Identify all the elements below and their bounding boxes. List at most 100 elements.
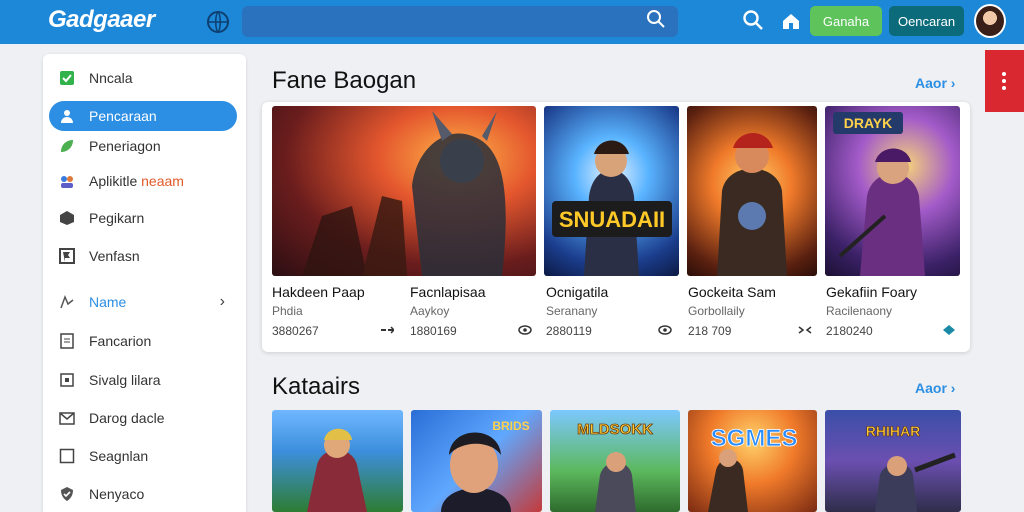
card-title[interactable]: Hakdeen Paap bbox=[272, 284, 365, 300]
sidebar-item-label-extra: neaam bbox=[141, 173, 184, 189]
sidebar-item-label: Venfasn bbox=[89, 248, 140, 264]
game-thumbnail[interactable]: SGMES bbox=[688, 410, 817, 512]
sidebar-item-privacy[interactable]: Nenyaco bbox=[49, 479, 237, 509]
fighter-art bbox=[717, 133, 787, 276]
diamond-icon[interactable] bbox=[942, 324, 956, 336]
sidebar-item-label: Aplikitle bbox=[89, 173, 138, 189]
knight-art bbox=[307, 428, 367, 512]
search-input[interactable] bbox=[252, 11, 632, 32]
more-vertical-icon bbox=[1002, 72, 1006, 90]
card-title[interactable]: Facnlapisaa bbox=[410, 284, 486, 300]
card-title[interactable]: Gekafiin Foary bbox=[826, 284, 917, 300]
card-count: 2880119 bbox=[546, 324, 592, 338]
sidebar-item-label: Name bbox=[89, 294, 127, 310]
search-icon[interactable] bbox=[742, 9, 764, 31]
sidebar-item-name[interactable]: Name › bbox=[49, 287, 237, 317]
chevron-right-icon: › bbox=[950, 75, 956, 91]
home-icon[interactable] bbox=[780, 10, 802, 32]
hero-face-art: BRIDS bbox=[441, 419, 530, 512]
eye-icon[interactable] bbox=[658, 324, 672, 336]
people-icon bbox=[61, 176, 73, 188]
card-subtitle: Seranany bbox=[546, 304, 598, 318]
hero-art: SNUADAII bbox=[552, 140, 672, 276]
card-count: 3880267 bbox=[272, 324, 319, 338]
sidebar-item-mail[interactable]: Darog dacle bbox=[49, 403, 237, 433]
square-icon bbox=[60, 373, 74, 387]
arrows-icon[interactable] bbox=[798, 324, 812, 336]
see-more-label: Aaor bbox=[915, 380, 947, 396]
card-count: 1880169 bbox=[410, 324, 457, 338]
secondary-button[interactable]: Oencaran bbox=[889, 6, 964, 36]
sidebar-item-settings[interactable]: Seagnlan bbox=[49, 441, 237, 471]
top-bar: Gadgaaer Ganaha Oencaran bbox=[0, 0, 1024, 44]
box-icon bbox=[59, 448, 75, 464]
game-thumbnail[interactable]: MLDSOKK bbox=[550, 410, 680, 512]
sidebar-item-label: Darog dacle bbox=[89, 410, 165, 426]
eye-icon[interactable] bbox=[518, 324, 532, 336]
sidebar-item-label: Sivalg lilara bbox=[89, 372, 161, 388]
thumb-text: BRIDS bbox=[492, 419, 529, 433]
search-icon[interactable] bbox=[646, 9, 666, 29]
more-options-tab[interactable] bbox=[985, 50, 1024, 112]
see-more-link[interactable]: Aaor › bbox=[915, 75, 955, 91]
sidebar-item-label: Fancarion bbox=[89, 333, 152, 349]
chart-icon bbox=[60, 294, 74, 309]
sidebar-item-label: Nenyaco bbox=[89, 486, 145, 502]
sidebar-item-sivalg[interactable]: Sivalg lilara bbox=[49, 365, 237, 395]
sidebar-item-search[interactable]: Pencaraan bbox=[49, 101, 237, 131]
globe-icon[interactable] bbox=[206, 10, 230, 34]
sidebar-item-label: Seagnlan bbox=[89, 448, 149, 464]
logo[interactable]: Gadgaaer bbox=[48, 6, 155, 34]
game-thumbnail[interactable]: BRIDS bbox=[411, 410, 542, 512]
banner-text: SNUADAII bbox=[559, 207, 665, 232]
sidebar-item-recommend[interactable]: Peneriagon bbox=[49, 131, 237, 161]
badge-text: DRAYK bbox=[844, 115, 893, 131]
card-subtitle: Racilenaony bbox=[826, 304, 893, 318]
sidebar-item-function[interactable]: Fancarion bbox=[49, 326, 237, 356]
primary-button[interactable]: Ganaha bbox=[810, 6, 882, 36]
cube-icon bbox=[60, 211, 74, 225]
adventure-art: MLDSOKK bbox=[577, 421, 653, 512]
game-thumbnail[interactable] bbox=[272, 106, 536, 276]
thumb-text: MLDSOKK bbox=[577, 421, 653, 438]
sidebar-item-categories[interactable]: Pegikarn bbox=[49, 203, 237, 233]
card-count: 218 709 bbox=[688, 324, 732, 338]
game-thumbnail[interactable] bbox=[687, 106, 817, 276]
battle-art: RHIHAR bbox=[865, 423, 956, 512]
chevron-right-icon[interactable]: › bbox=[220, 293, 225, 311]
card-title[interactable]: Ocnigatila bbox=[546, 284, 608, 300]
see-more-label: Aaor bbox=[915, 75, 947, 91]
section-title: Fane Baogan bbox=[272, 67, 417, 94]
see-more-link[interactable]: Aaor › bbox=[915, 380, 955, 396]
section-title: Kataairs bbox=[272, 373, 361, 400]
user-icon bbox=[61, 110, 73, 123]
sidebar-item-label: Nncala bbox=[89, 70, 133, 86]
sidebar-item-home[interactable]: Nncala bbox=[49, 63, 237, 93]
featured-panel: Hakdeen Paap Phdia 3880267 Facnlapisaa A… bbox=[262, 102, 970, 352]
mage-art: DRAYK bbox=[833, 112, 925, 276]
sidebar: Nncala Pencaraan Peneriagon Aplikitle ne… bbox=[43, 54, 246, 512]
games-art: SGMES bbox=[708, 425, 798, 512]
card-subtitle: Phdia bbox=[272, 304, 303, 318]
arrows-icon[interactable] bbox=[380, 324, 394, 336]
card-subtitle: Gorbollaily bbox=[688, 304, 745, 318]
leaf-icon bbox=[61, 140, 73, 152]
mail-icon bbox=[59, 412, 75, 425]
game-thumbnail[interactable]: RHIHAR bbox=[825, 410, 961, 512]
sidebar-item-label: Peneriagon bbox=[89, 138, 161, 154]
sidebar-item-label: Pencaraan bbox=[89, 108, 157, 124]
game-thumbnail[interactable]: SNUADAII bbox=[544, 106, 679, 276]
game-thumbnail[interactable]: DRAYK bbox=[825, 106, 960, 276]
sidebar-item-flag[interactable]: Venfasn bbox=[49, 241, 237, 271]
card-count: 2180240 bbox=[826, 324, 873, 338]
avatar[interactable] bbox=[974, 4, 1006, 38]
card-subtitle: Aaykoy bbox=[410, 304, 450, 318]
thumb-text: RHIHAR bbox=[866, 423, 920, 439]
sidebar-item-apps[interactable]: Aplikitle neaam bbox=[49, 166, 237, 196]
game-thumbnail[interactable] bbox=[272, 410, 403, 512]
card-title[interactable]: Gockeita Sam bbox=[688, 284, 776, 300]
warrior-art bbox=[302, 111, 506, 276]
thumb-text: SGMES bbox=[711, 425, 798, 452]
check-square-icon bbox=[60, 71, 74, 85]
search-bar bbox=[242, 6, 678, 37]
